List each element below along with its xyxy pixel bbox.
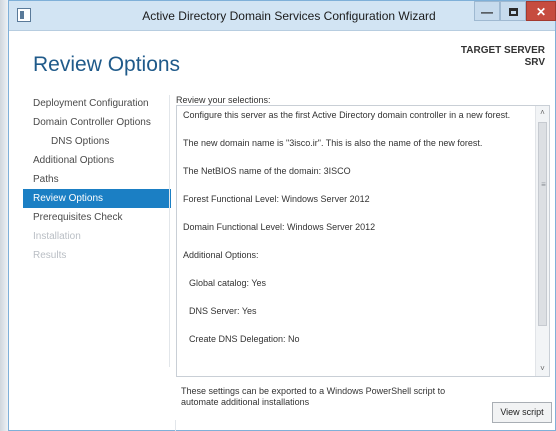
- review-scrollbar[interactable]: ˄ ≡ ˅: [535, 106, 549, 376]
- review-line-netbios: The NetBIOS name of the domain: 3ISCO: [183, 166, 351, 176]
- close-button[interactable]: ✕: [526, 1, 556, 21]
- maximize-button[interactable]: [500, 1, 526, 21]
- page-title: Review Options: [33, 53, 181, 76]
- scroll-thumb[interactable]: ≡: [538, 122, 547, 326]
- target-server-label: TARGET SERVER: [460, 45, 545, 56]
- nav-item-review-options[interactable]: Review Options: [23, 189, 171, 208]
- nav-item-paths[interactable]: Paths: [23, 170, 171, 189]
- nav-item-installation: Installation: [33, 231, 81, 242]
- minimize-button[interactable]: —: [474, 1, 500, 21]
- target-server-value: SRV: [524, 57, 545, 68]
- review-selections-label: Review your selections:: [176, 95, 271, 105]
- bottom-divider: [175, 420, 176, 431]
- server-manager-icon: [17, 8, 31, 22]
- nav-item-additional-options[interactable]: Additional Options: [23, 151, 171, 170]
- title-bar[interactable]: Active Directory Domain Services Configu…: [9, 1, 556, 31]
- review-line-domain-level: Domain Functional Level: Windows Server …: [183, 222, 376, 232]
- view-script-button[interactable]: View script: [492, 402, 552, 423]
- desktop-background: [0, 0, 8, 431]
- review-line-global-catalog: Global catalog: Yes: [189, 278, 267, 288]
- wizard-window: Active Directory Domain Services Configu…: [8, 0, 556, 431]
- review-selections-box[interactable]: Configure this server as the first Activ…: [176, 105, 550, 377]
- review-line-forest-level: Forest Functional Level: Windows Server …: [183, 194, 370, 204]
- nav-divider: [169, 95, 170, 367]
- review-line-domain-name: The new domain name is "3isco.ir". This …: [183, 138, 483, 148]
- export-info-text: These settings can be exported to a Wind…: [181, 386, 446, 407]
- review-line-configure: Configure this server as the first Activ…: [183, 110, 511, 120]
- review-line-additional-options: Additional Options:: [183, 250, 259, 260]
- nav-item-deployment-configuration[interactable]: Deployment Configuration: [23, 94, 171, 113]
- maximize-icon: [508, 8, 518, 16]
- scroll-grip-icon: ≡: [541, 180, 546, 189]
- review-line-dns-server: DNS Server: Yes: [189, 306, 257, 316]
- wizard-steps-nav: Deployment Configuration Domain Controll…: [23, 94, 171, 265]
- scroll-up-icon[interactable]: ˄: [536, 106, 549, 120]
- window-title: Active Directory Domain Services Configu…: [142, 9, 436, 23]
- nav-item-results: Results: [33, 250, 67, 261]
- nav-item-dns-options[interactable]: DNS Options: [23, 132, 171, 151]
- nav-item-domain-controller-options[interactable]: Domain Controller Options: [23, 113, 171, 132]
- scroll-down-icon[interactable]: ˅: [536, 362, 549, 376]
- nav-item-prerequisites-check[interactable]: Prerequisites Check: [23, 208, 171, 227]
- review-line-dns-delegation: Create DNS Delegation: No: [189, 334, 300, 344]
